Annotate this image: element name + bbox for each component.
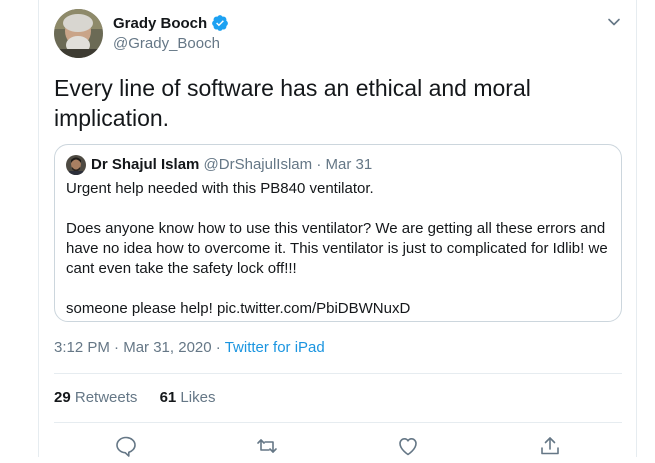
tweet-time[interactable]: 3:12 PM: [54, 339, 110, 356]
author-name[interactable]: Grady Booch: [113, 15, 207, 32]
quoted-author-avatar: [66, 155, 86, 175]
heart-icon[interactable]: [396, 434, 420, 458]
chevron-down-icon[interactable]: [604, 12, 624, 32]
share-icon[interactable]: [538, 434, 562, 458]
quoted-tweet-date[interactable]: Mar 31: [325, 156, 372, 173]
tweet-actions: [54, 434, 622, 458]
separator-dot: ·: [215, 339, 221, 356]
author-avatar[interactable]: [54, 9, 103, 58]
quoted-author-name[interactable]: Dr Shajul Islam: [91, 156, 199, 173]
quoted-paragraph: Urgent help needed with this PB840 venti…: [66, 180, 374, 197]
retweets-count: 29: [54, 389, 71, 406]
divider: [54, 373, 622, 374]
likes-count: 61: [159, 389, 177, 406]
reply-icon[interactable]: [114, 434, 138, 458]
tweet-date[interactable]: Mar 31, 2020: [123, 339, 211, 356]
likes-label: Likes: [180, 389, 216, 406]
tweet-text: Every line of software has an ethical an…: [54, 75, 531, 131]
tweet-meta: 3:12 PM · Mar 31, 2020 · Twitter for iPa…: [54, 339, 325, 356]
quoted-paragraph: Does anyone know how to use this ventila…: [66, 220, 608, 277]
tweet-source-link[interactable]: Twitter for iPad: [225, 339, 325, 356]
quoted-tweet-body: Urgent help needed with this PB840 venti…: [66, 179, 614, 319]
retweets-stat[interactable]: 29 Retweets: [54, 389, 137, 406]
author-name-row[interactable]: Grady Booch: [113, 14, 229, 32]
retweet-icon[interactable]: [255, 434, 279, 458]
verified-badge-icon: [211, 14, 229, 32]
quoted-author-handle[interactable]: @DrShajulIslam: [204, 156, 313, 173]
quoted-tweet-header: Dr Shajul Islam @DrShajulIslam · Mar 31: [91, 156, 372, 173]
likes-stat[interactable]: 61 Likes: [160, 389, 216, 406]
divider: [54, 422, 622, 423]
quoted-tweet[interactable]: Dr Shajul Islam @DrShajulIslam · Mar 31 …: [54, 144, 622, 322]
separator-dot: ·: [114, 339, 120, 356]
separator-dot: ·: [316, 156, 322, 173]
engagement-stats: 29 Retweets 61 Likes: [54, 389, 233, 406]
author-handle[interactable]: @Grady_Booch: [113, 35, 220, 52]
retweets-label: Retweets: [74, 389, 138, 406]
quoted-paragraph: someone please help! pic.twitter.com/Pbi…: [66, 300, 411, 317]
